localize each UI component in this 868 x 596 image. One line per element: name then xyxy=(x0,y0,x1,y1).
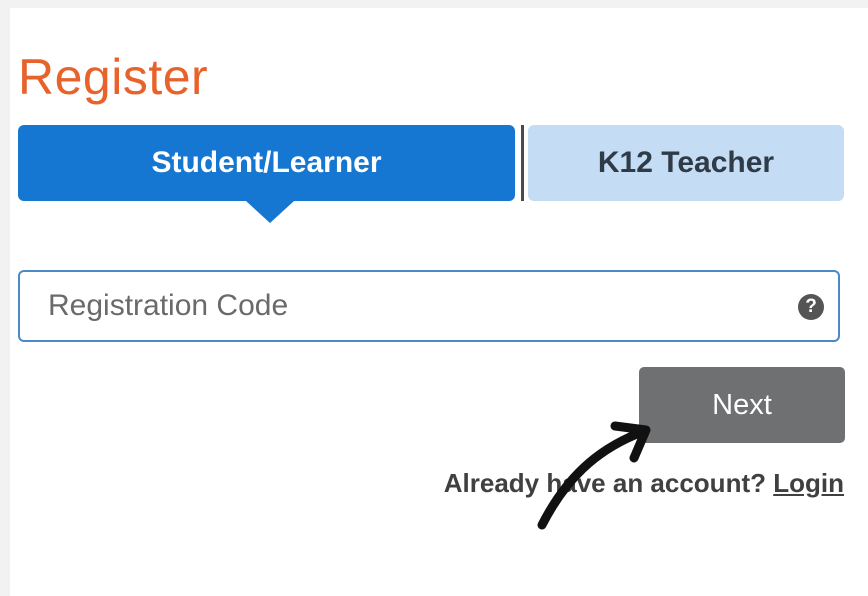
registration-code-input[interactable] xyxy=(20,272,780,340)
tab-k12-teacher-label: K12 Teacher xyxy=(597,146,775,179)
tab-student-learner-label: Student/Learner xyxy=(151,146,382,179)
registration-code-field: ? xyxy=(18,270,840,342)
register-panel: Register Student/Learner K12 Teacher ? N… xyxy=(10,8,868,596)
curved-arrow-icon xyxy=(537,421,651,530)
page-background: Register Student/Learner K12 Teacher ? N… xyxy=(0,0,868,596)
page-title: Register xyxy=(18,49,209,105)
role-tabs: Student/Learner K12 Teacher xyxy=(18,125,844,223)
tab-student-learner[interactable]: Student/Learner xyxy=(18,125,515,223)
active-tab-caret xyxy=(246,201,294,223)
question-circle-icon[interactable]: ? xyxy=(798,294,824,320)
tab-divider xyxy=(521,125,524,201)
login-link[interactable]: Login xyxy=(773,468,844,498)
tab-k12-teacher[interactable]: K12 Teacher xyxy=(528,125,844,201)
